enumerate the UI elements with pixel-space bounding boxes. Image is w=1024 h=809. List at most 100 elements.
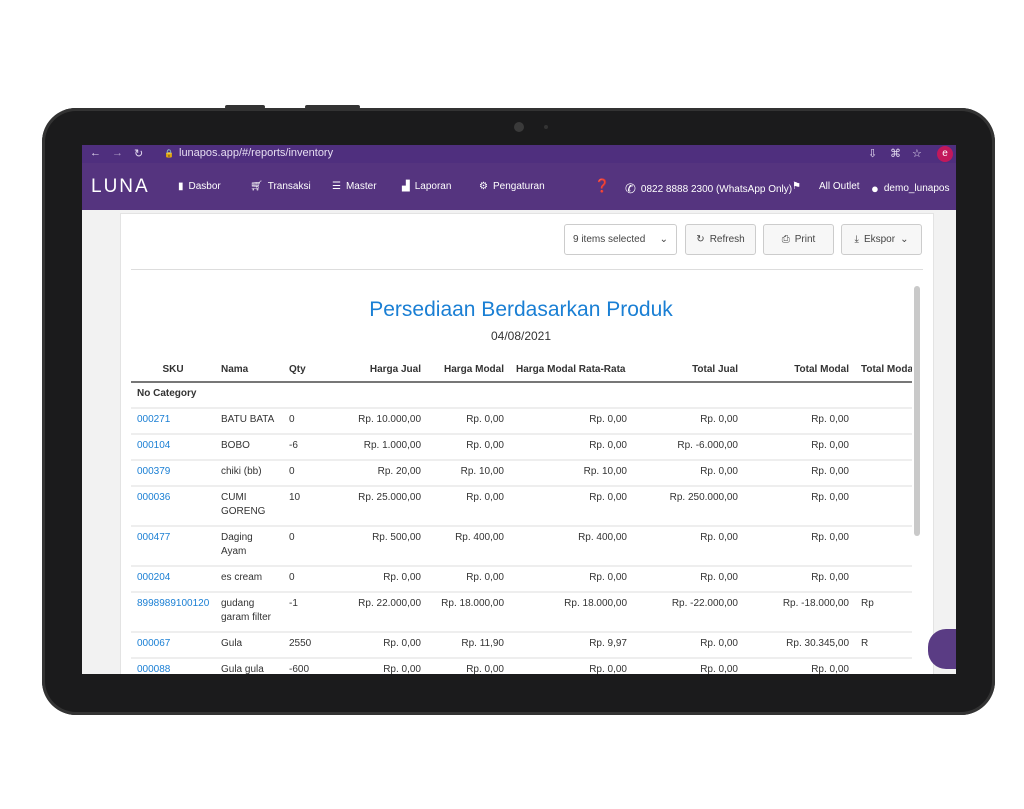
profile-avatar[interactable]: e [937, 146, 953, 162]
nav-pengaturan[interactable]: ⚙ Pengaturan [479, 181, 545, 192]
table-cell: Rp. 18.000,00 [510, 592, 633, 633]
table-cell: Rp [855, 592, 912, 633]
refresh-label: Refresh [709, 234, 745, 245]
sku-link[interactable]: 000067 [131, 632, 215, 659]
screen: ← → ↻ 🔒 lunapos.app/#/reports/inventory … [82, 145, 956, 674]
table-cell [855, 408, 912, 435]
nav-laporan[interactable]: ▟ Laporan [402, 181, 451, 192]
table-cell: Rp. 0,00 [427, 658, 510, 674]
table-cell: Rp. 0,00 [510, 486, 633, 527]
table-cell: Rp. 18.000,00 [427, 592, 510, 633]
bar-chart-icon: ▮ [178, 181, 184, 192]
nav-dasbor[interactable]: ▮ Dasbor [178, 181, 221, 192]
table-cell [855, 460, 912, 487]
sku-link[interactable]: 000477 [131, 526, 215, 567]
whatsapp-contact[interactable]: ✆ 0822 8888 2300 (WhatsApp Only) [625, 181, 792, 197]
report-card: 9 items selected ⌄ ↻ Refresh ⎙ Print ⤓ Ekspo… [120, 213, 934, 674]
url-field[interactable]: lunapos.app/#/reports/inventory [179, 147, 333, 159]
table-cell: Rp. 0,00 [744, 434, 855, 461]
sku-link[interactable]: 000204 [131, 566, 215, 593]
column-header: Total Jual [633, 357, 744, 383]
sku-link[interactable]: 000088 [131, 658, 215, 674]
print-button[interactable]: ⎙ Print [763, 224, 834, 255]
table-cell: Rp. 400,00 [427, 526, 510, 567]
table-cell: BATU BATA [215, 408, 283, 435]
whatsapp-icon: ✆ [625, 181, 636, 196]
report-icon: ▟ [402, 181, 410, 192]
help-icon[interactable]: ❓ [594, 178, 610, 194]
inventory-table: SKU Nama Qty Harga Jual Harga Modal Harga Mod… [131, 357, 912, 674]
table-cell: Rp. 0,00 [744, 658, 855, 674]
table-cell: chiki (bb) [215, 460, 283, 487]
nav-master[interactable]: ☰ Master [332, 181, 377, 192]
table-cell: Rp. 0,00 [744, 486, 855, 527]
table-cell: 0 [283, 460, 330, 487]
camera [514, 122, 524, 132]
table-cell: Rp. 30.345,00 [744, 632, 855, 659]
translate-icon[interactable]: ⌘ [890, 147, 901, 160]
table-cell [855, 486, 912, 527]
table-cell: Rp. 0,00 [427, 408, 510, 435]
column-header: SKU [131, 357, 215, 383]
print-icon: ⎙ [781, 234, 790, 245]
table-cell: Rp. 10,00 [427, 460, 510, 487]
table-cell: Rp. 0,00 [510, 408, 633, 435]
nav-label: Transaksi [267, 181, 311, 192]
install-icon[interactable]: ⇩ [868, 147, 877, 160]
browser-bar: ← → ↻ 🔒 lunapos.app/#/reports/inventory … [82, 145, 956, 163]
table-row: 000036 CUMI GORENG 10 Rp. 25.000,00 Rp. 0,00… [131, 486, 912, 527]
category-select[interactable]: 9 items selected ⌄ [564, 224, 677, 255]
table-cell: Rp. 500,00 [330, 526, 427, 567]
user-menu[interactable]: ● demo_lunapos [871, 181, 949, 196]
back-icon[interactable]: ← [90, 147, 101, 159]
reload-icon[interactable]: ↻ [134, 147, 143, 160]
table-cell: -1 [283, 592, 330, 633]
sku-link[interactable]: 000379 [131, 460, 215, 487]
top-nav: LUNA ▮ Dasbor 🛒︎ Transaksi ☰ Master ▟ Lapora… [82, 163, 956, 210]
table-cell: Rp. 0,00 [744, 460, 855, 487]
inventory-table-wrapper: SKU Nama Qty Harga Jual Harga Modal Harga Mod… [131, 357, 912, 674]
table-cell: Rp. 22.000,00 [330, 592, 427, 633]
nav-transaksi[interactable]: 🛒︎ Transaksi [250, 181, 311, 192]
table-row: 8998989100120 gudang garam filter -1 Rp. 22… [131, 592, 912, 633]
flag-icon[interactable]: ⚑ [792, 181, 801, 192]
forward-icon[interactable]: → [112, 147, 123, 159]
chat-widget-button[interactable] [928, 629, 956, 669]
column-header: Qty [283, 357, 330, 383]
table-row: 000088 Gula gula -600 Rp. 0,00 Rp. 0,00 Rp. 0… [131, 658, 912, 674]
scrollbar[interactable] [914, 286, 920, 536]
table-cell: Rp. 9,97 [510, 632, 633, 659]
nav-label: Pengaturan [492, 181, 545, 192]
export-button[interactable]: ⤓ Ekspor ⌄ [841, 224, 922, 255]
outlet-selector[interactable]: All Outlet [819, 181, 860, 192]
table-cell: Rp. 400,00 [510, 526, 633, 567]
table-row: 000067 Gula 2550 Rp. 0,00 Rp. 11,90 Rp. 9,97 R… [131, 632, 912, 659]
refresh-button[interactable]: ↻ Refresh [685, 224, 756, 255]
table-cell [855, 658, 912, 674]
star-icon[interactable]: ☆ [912, 147, 922, 160]
nav-label: Master [345, 181, 377, 192]
logo[interactable]: LUNA [91, 176, 150, 198]
table-cell: Rp. 10.000,00 [330, 408, 427, 435]
sku-link[interactable]: 000271 [131, 408, 215, 435]
sku-link[interactable]: 8998989100120 [131, 592, 215, 633]
table-cell: 0 [283, 408, 330, 435]
table-cell: Rp. 1.000,00 [330, 434, 427, 461]
table-cell: Rp. 11,90 [427, 632, 510, 659]
table-cell: BOBO [215, 434, 283, 461]
sku-link[interactable]: 000104 [131, 434, 215, 461]
column-header: Harga Modal Rata-Rata [510, 357, 633, 383]
nav-label: Laporan [414, 181, 452, 192]
table-cell: Rp. 20,00 [330, 460, 427, 487]
column-header: Harga Modal [427, 357, 510, 383]
table-cell: Rp. 0,00 [330, 566, 427, 593]
table-cell: Rp. 25.000,00 [330, 486, 427, 527]
chevron-down-icon: ⌄ [900, 234, 909, 245]
table-cell: -6 [283, 434, 330, 461]
table-cell: Rp. -22.000,00 [633, 592, 744, 633]
sku-link[interactable]: 000036 [131, 486, 215, 527]
table-cell: Rp. 0,00 [510, 658, 633, 674]
column-header: Harga Jual [330, 357, 427, 383]
table-cell: Rp. 0,00 [633, 408, 744, 435]
table-cell: Rp. 0,00 [633, 658, 744, 674]
